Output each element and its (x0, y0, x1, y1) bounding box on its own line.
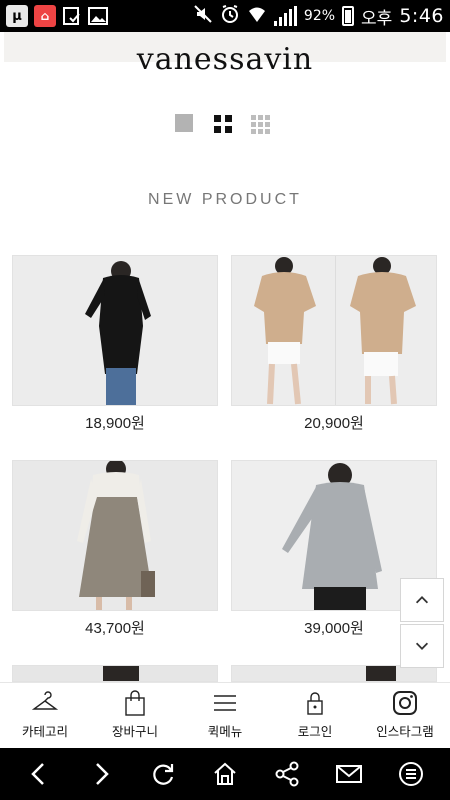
home-icon[interactable] (211, 760, 239, 788)
product-price: 18,900원 (85, 415, 145, 432)
status-bar: µ ⌂ 92% 오후 5:46 (0, 0, 450, 32)
refresh-icon[interactable] (149, 760, 177, 788)
view-3col-icon[interactable] (251, 115, 270, 134)
nav-item-login[interactable]: 로그인 (270, 683, 360, 746)
forward-icon[interactable] (87, 760, 115, 788)
nav-item-cart[interactable]: 장바구니 (90, 683, 180, 746)
utorrent-icon: µ (6, 5, 28, 27)
product-card[interactable]: 43,700원 (12, 460, 218, 638)
lock-icon (307, 692, 323, 715)
nav-label: 로그인 (297, 724, 333, 739)
view-toggle-group (175, 114, 275, 136)
nav-label: 카테고리 (21, 724, 68, 739)
hanger-icon (31, 691, 59, 710)
mail-icon[interactable] (335, 760, 363, 788)
nav-label: 인스타그램 (376, 724, 434, 739)
menu-circle-icon[interactable] (397, 760, 425, 788)
product-image[interactable] (12, 255, 218, 406)
section-title: NEW PRODUCT (148, 191, 302, 208)
nav-label: 퀵메뉴 (207, 724, 243, 739)
product-card[interactable]: 20,900원 (231, 255, 437, 433)
menu-icon (214, 695, 236, 711)
brand-logo[interactable]: vanessavin (0, 42, 450, 77)
back-icon[interactable] (25, 760, 53, 788)
screen: µ ⌂ 92% 오후 5:46 vanessavin NEW PRODUCT 1… (0, 0, 450, 800)
scroll-bottom-button[interactable] (400, 624, 444, 668)
mute-icon (193, 4, 213, 28)
product-image[interactable] (231, 255, 437, 406)
clock-time: 5:46 (399, 5, 444, 27)
signal-icon (273, 6, 297, 26)
chevron-up-icon (415, 596, 429, 604)
nav-label: 장바구니 (111, 724, 158, 739)
nav-item-quickmenu[interactable]: 퀵메뉴 (180, 683, 270, 746)
battery-percent: 92% (303, 8, 336, 24)
wifi-icon (247, 4, 267, 28)
scroll-top-button[interactable] (400, 578, 444, 622)
product-card[interactable] (12, 665, 218, 682)
nav-item-category[interactable]: 카테고리 (0, 683, 90, 746)
product-image[interactable] (12, 460, 218, 611)
nav-item-instagram[interactable]: 인스타그램 (360, 683, 450, 746)
battery-icon (342, 6, 355, 26)
view-2col-icon[interactable] (214, 115, 232, 133)
download-done-icon (62, 6, 82, 26)
home-launcher-icon: ⌂ (34, 5, 56, 27)
product-card[interactable]: 18,900원 (12, 255, 218, 433)
view-1col-icon[interactable] (175, 114, 193, 132)
clock-ampm: 오후 (361, 8, 393, 29)
bottom-nav: 카테고리 장바구니 퀵메뉴 로그인 인스타그램 (0, 682, 450, 746)
instagram-icon (393, 691, 417, 715)
chevron-down-icon (415, 642, 429, 650)
share-icon[interactable] (273, 760, 301, 788)
product-image[interactable] (12, 665, 218, 682)
product-price: 20,900원 (304, 415, 364, 432)
browser-toolbar (0, 748, 450, 800)
product-price: 43,700원 (85, 620, 145, 637)
gallery-icon (88, 6, 108, 26)
shopping-bag-icon (125, 690, 145, 716)
alarm-icon (220, 4, 240, 28)
